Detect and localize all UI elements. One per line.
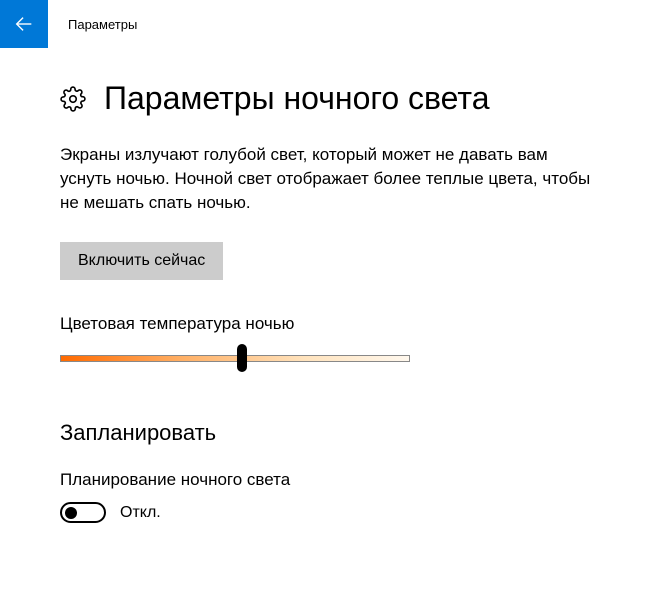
enable-now-button[interactable]: Включить сейчас bbox=[60, 242, 223, 280]
temperature-label: Цветовая температура ночью bbox=[60, 314, 609, 334]
page-description: Экраны излучают голубой свет, который мо… bbox=[60, 143, 600, 214]
slider-track bbox=[60, 355, 410, 362]
slider-thumb[interactable] bbox=[237, 344, 247, 372]
content-area: Параметры ночного света Экраны излучают … bbox=[0, 48, 669, 523]
schedule-toggle-state: Откл. bbox=[120, 504, 161, 522]
page-title: Параметры ночного света bbox=[104, 80, 490, 117]
back-button[interactable] bbox=[0, 0, 48, 48]
schedule-heading: Запланировать bbox=[60, 420, 609, 446]
schedule-label: Планирование ночного света bbox=[60, 470, 609, 490]
schedule-toggle[interactable] bbox=[60, 502, 106, 523]
title-row: Параметры ночного света bbox=[60, 80, 609, 117]
window-header: Параметры bbox=[0, 0, 669, 48]
temperature-slider[interactable] bbox=[60, 346, 410, 370]
gear-icon bbox=[60, 86, 86, 112]
back-arrow-icon bbox=[13, 13, 35, 35]
schedule-toggle-row: Откл. bbox=[60, 502, 609, 523]
header-title: Параметры bbox=[68, 17, 137, 32]
toggle-knob bbox=[65, 507, 77, 519]
